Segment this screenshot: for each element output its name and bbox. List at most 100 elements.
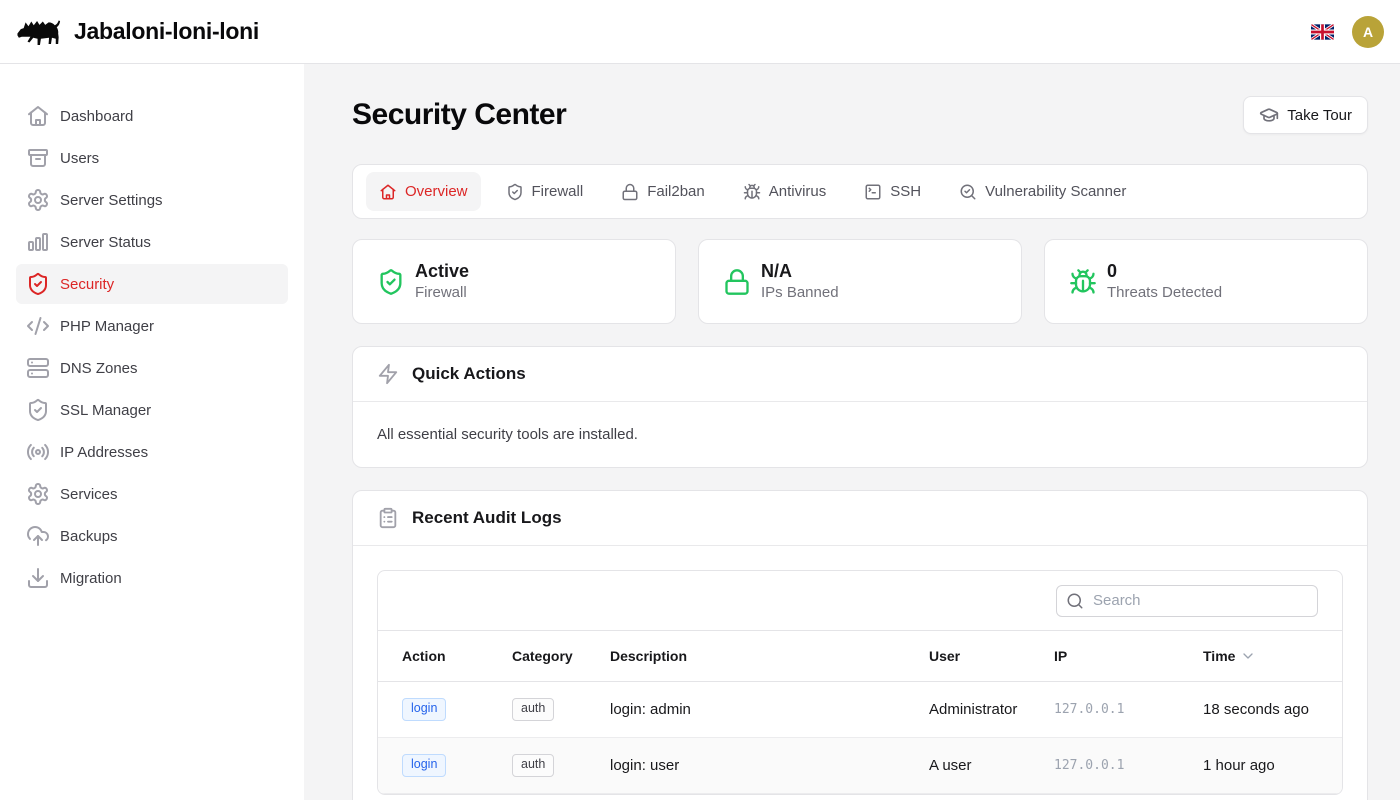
sidebar-item-services[interactable]: Services bbox=[16, 474, 288, 514]
sidebar-item-label: SSL Manager bbox=[60, 402, 151, 419]
sidebar-item-php-manager[interactable]: PHP Manager bbox=[16, 306, 288, 346]
terminal-icon bbox=[864, 183, 882, 201]
time-cell: 1 hour ago bbox=[1203, 757, 1342, 774]
tab-label: Overview bbox=[405, 183, 468, 200]
sidebar-item-users[interactable]: Users bbox=[16, 138, 288, 178]
bug-icon bbox=[1069, 268, 1097, 296]
quick-actions-message: All essential security tools are install… bbox=[377, 426, 638, 443]
table-row: login auth login: admin Administrator 12… bbox=[378, 682, 1342, 738]
stat-label: Threats Detected bbox=[1107, 283, 1222, 303]
lock-icon bbox=[723, 268, 751, 296]
sidebar-item-server-settings[interactable]: Server Settings bbox=[16, 180, 288, 220]
search-input[interactable] bbox=[1056, 585, 1318, 617]
column-header-time[interactable]: Time bbox=[1203, 648, 1342, 664]
sidebar-item-label: PHP Manager bbox=[60, 318, 154, 335]
action-badge: login bbox=[402, 698, 446, 721]
sidebar-item-server-status[interactable]: Server Status bbox=[16, 222, 288, 262]
sidebar-item-label: Security bbox=[60, 276, 114, 293]
sidebar-item-security[interactable]: Security bbox=[16, 264, 288, 304]
brand: Jabaloni-loni-loni bbox=[16, 15, 259, 49]
shield-check-icon bbox=[377, 268, 405, 296]
sidebar-item-migration[interactable]: Migration bbox=[16, 558, 288, 598]
stat-value: 0 bbox=[1107, 260, 1222, 283]
search-icon bbox=[1066, 592, 1084, 610]
download-icon bbox=[26, 566, 50, 590]
sidebar-item-label: Server Status bbox=[60, 234, 151, 251]
stat-card-threats: 0 Threats Detected bbox=[1044, 239, 1368, 324]
ip-cell: 127.0.0.1 bbox=[1054, 702, 1203, 717]
tab-vulnerability-scanner[interactable]: Vulnerability Scanner bbox=[946, 172, 1139, 211]
sidebar-item-label: Backups bbox=[60, 528, 118, 545]
stat-label: IPs Banned bbox=[761, 283, 839, 303]
sidebar-item-label: Services bbox=[60, 486, 118, 503]
column-header-action: Action bbox=[378, 648, 512, 664]
home-icon bbox=[379, 183, 397, 201]
stat-card-ips-banned: N/A IPs Banned bbox=[698, 239, 1022, 324]
column-header-user: User bbox=[929, 648, 1054, 664]
avatar[interactable]: A bbox=[1352, 16, 1384, 48]
clipboard-icon bbox=[377, 507, 399, 529]
boar-logo-icon bbox=[16, 15, 62, 49]
action-badge: login bbox=[402, 754, 446, 777]
shield-check-icon bbox=[506, 183, 524, 201]
shield-check-icon bbox=[26, 272, 50, 296]
security-tabs: Overview Firewall Fail2ban Antivirus SSH… bbox=[352, 164, 1368, 219]
user-cell: A user bbox=[929, 757, 1054, 774]
sidebar-item-label: DNS Zones bbox=[60, 360, 138, 377]
sidebar-item-dashboard[interactable]: Dashboard bbox=[16, 96, 288, 136]
gear-icon bbox=[26, 482, 50, 506]
graduation-cap-icon bbox=[1259, 105, 1279, 125]
column-header-category: Category bbox=[512, 648, 610, 664]
sidebar-item-ip-addresses[interactable]: IP Addresses bbox=[16, 432, 288, 472]
time-cell: 18 seconds ago bbox=[1203, 701, 1342, 718]
tab-label: Firewall bbox=[532, 183, 584, 200]
archive-icon bbox=[26, 146, 50, 170]
category-badge: auth bbox=[512, 754, 554, 777]
tab-fail2ban[interactable]: Fail2ban bbox=[608, 172, 718, 211]
quick-actions-panel: Quick Actions All essential security too… bbox=[352, 346, 1368, 468]
column-header-ip: IP bbox=[1054, 648, 1203, 664]
sidebar-item-label: IP Addresses bbox=[60, 444, 148, 461]
tab-label: Vulnerability Scanner bbox=[985, 183, 1126, 200]
tab-label: Fail2ban bbox=[647, 183, 705, 200]
page-title: Security Center bbox=[352, 98, 566, 132]
sidebar-item-label: Server Settings bbox=[60, 192, 163, 209]
tab-ssh[interactable]: SSH bbox=[851, 172, 934, 211]
stat-label: Firewall bbox=[415, 283, 469, 303]
tab-label: Antivirus bbox=[769, 183, 827, 200]
user-cell: Administrator bbox=[929, 701, 1054, 718]
main-content: Security Center Take Tour Overview Firew… bbox=[304, 64, 1400, 800]
tab-antivirus[interactable]: Antivirus bbox=[730, 172, 840, 211]
sidebar-item-label: Users bbox=[60, 150, 99, 167]
description-cell: login: admin bbox=[610, 701, 929, 718]
sidebar-item-ssl-manager[interactable]: SSL Manager bbox=[16, 390, 288, 430]
column-header-description: Description bbox=[610, 648, 929, 664]
tab-label: SSH bbox=[890, 183, 921, 200]
app-title: Jabaloni-loni-loni bbox=[74, 18, 259, 45]
take-tour-button[interactable]: Take Tour bbox=[1243, 96, 1368, 134]
stat-value: N/A bbox=[761, 260, 839, 283]
audit-logs-table: Action Category Description User IP Time… bbox=[377, 570, 1343, 795]
sidebar-item-dns-zones[interactable]: DNS Zones bbox=[16, 348, 288, 388]
sidebar-item-label: Migration bbox=[60, 570, 122, 587]
zap-icon bbox=[377, 363, 399, 385]
tab-overview[interactable]: Overview bbox=[366, 172, 481, 211]
category-badge: auth bbox=[512, 698, 554, 721]
chevron-down-icon bbox=[1240, 648, 1256, 664]
cloud-upload-icon bbox=[26, 524, 50, 548]
table-header-row: Action Category Description User IP Time bbox=[378, 630, 1342, 682]
code-icon bbox=[26, 314, 50, 338]
server-stack-icon bbox=[26, 356, 50, 380]
shield-check-icon bbox=[26, 398, 50, 422]
home-icon bbox=[26, 104, 50, 128]
table-row: login auth login: user A user 127.0.0.1 … bbox=[378, 738, 1342, 794]
audit-logs-title: Recent Audit Logs bbox=[412, 508, 562, 528]
sidebar-item-backups[interactable]: Backups bbox=[16, 516, 288, 556]
tab-firewall[interactable]: Firewall bbox=[493, 172, 597, 211]
uk-flag-icon[interactable] bbox=[1311, 24, 1334, 40]
lock-icon bbox=[621, 183, 639, 201]
search-check-icon bbox=[959, 183, 977, 201]
description-cell: login: user bbox=[610, 757, 929, 774]
sidebar: Dashboard Users Server Settings Server S… bbox=[0, 64, 304, 800]
top-bar: Jabaloni-loni-loni A bbox=[0, 0, 1400, 64]
